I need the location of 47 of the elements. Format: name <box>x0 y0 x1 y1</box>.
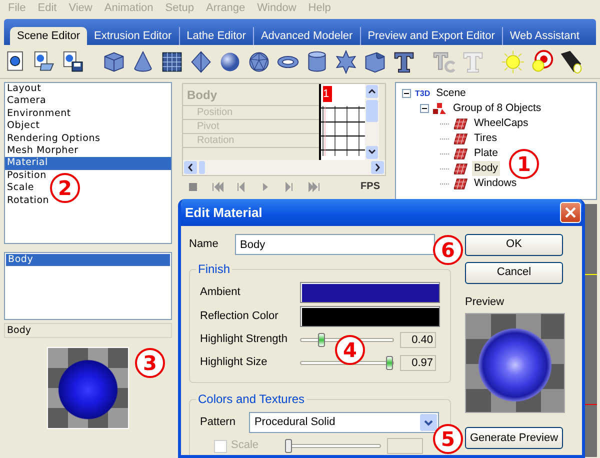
pattern-label: Pattern <box>200 416 236 430</box>
option-label: Scale <box>230 439 260 453</box>
pattern-dropdown[interactable]: Procedural Solid <box>249 412 440 433</box>
tree-item[interactable]: Group of 8 Objects <box>451 101 544 116</box>
fps-label: FPS <box>360 181 380 193</box>
property-item[interactable]: Position <box>5 170 48 182</box>
property-item[interactable]: Mesh Morpher <box>5 144 80 158</box>
color-label: Ambient <box>200 286 242 300</box>
tree-item[interactable]: Plate <box>472 146 500 161</box>
property-item[interactable]: Camera <box>5 95 48 108</box>
editor-tab[interactable]: Extrusion Editor <box>86 26 179 45</box>
property-item[interactable]: Object <box>5 120 42 133</box>
slider-label: Highlight Size <box>200 356 268 370</box>
name-field[interactable]: Body <box>235 234 435 255</box>
tree-item[interactable]: Scene <box>434 86 468 101</box>
callout-number: 3 <box>135 348 165 378</box>
property-item[interactable]: Rendering Options <box>5 132 102 145</box>
list-entry[interactable]: Body <box>6 254 170 266</box>
color-label: Reflection Color <box>200 310 280 324</box>
group-title: Colors and Textures <box>196 392 306 406</box>
slider-label: Highlight Strength <box>200 333 288 347</box>
editor-tab[interactable]: Lathe Editor <box>178 26 253 45</box>
tree-item[interactable]: Body <box>472 161 500 176</box>
scene-logo: T3D <box>415 88 430 100</box>
property-item[interactable]: Scale <box>5 182 36 195</box>
dialog-title: Edit Material <box>185 204 262 220</box>
editor-tab[interactable]: Web Assistant <box>502 26 586 45</box>
generate-preview-button[interactable]: Generate Preview <box>465 427 563 450</box>
editor-tab[interactable]: Advanced Modeler <box>252 26 360 45</box>
value-field[interactable]: 0.97 <box>400 355 436 371</box>
property-item[interactable]: Rotation <box>5 194 52 207</box>
tree-item[interactable]: WheelCaps <box>472 116 530 131</box>
frame-marker[interactable]: 1 <box>323 86 332 102</box>
group-title: Finish <box>196 262 232 276</box>
editor-tab[interactable]: Scene Editor <box>10 26 87 45</box>
property-item[interactable]: Material <box>5 157 171 170</box>
preview-label: Preview <box>465 296 506 310</box>
name-label: Name <box>189 238 220 252</box>
property-item[interactable]: Layout <box>5 83 44 96</box>
ok-button[interactable]: OK <box>465 234 563 256</box>
tree-item[interactable]: Tires <box>472 131 499 146</box>
property-item[interactable]: Environment <box>5 108 73 120</box>
tree-item[interactable]: Windows <box>472 176 519 191</box>
editor-tab[interactable]: Preview and Export Editor <box>360 26 502 45</box>
cancel-button[interactable]: Cancel <box>465 262 563 284</box>
value-field[interactable]: 0.40 <box>400 332 436 348</box>
material-name-field: Body <box>4 323 172 338</box>
